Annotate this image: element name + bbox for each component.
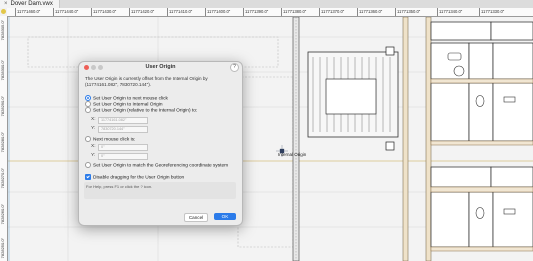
ruler-tick-label: 11771370.0" bbox=[319, 8, 345, 16]
top-ruler: 11771460.0" 11771440.0" 11771430.0" 1177… bbox=[7, 8, 533, 17]
radio-relative[interactable]: Set User Origin (relative to the Interna… bbox=[85, 107, 197, 114]
ruler-tick-label: 7828290.0" bbox=[0, 96, 5, 117]
ok-button[interactable]: OK bbox=[214, 213, 236, 220]
ruler-tick-label: 11771430.0" bbox=[91, 8, 117, 16]
user-origin-button-icon[interactable] bbox=[1, 9, 6, 14]
next-x-label: X: bbox=[91, 144, 96, 149]
document-tab[interactable]: × Dover Dam.vwx bbox=[0, 0, 60, 8]
disable-drag-checkbox[interactable]: Disable dragging for the User Origin but… bbox=[85, 174, 184, 181]
document-tab-title: Dover Dam.vwx bbox=[10, 1, 53, 7]
relative-x-field[interactable]: 11774161.082" bbox=[98, 117, 148, 124]
ruler-tick-label: 11771440.0" bbox=[53, 8, 79, 16]
checkbox-checked-icon[interactable] bbox=[85, 174, 91, 180]
radio-next-click-is-label: Next mouse click is: bbox=[93, 137, 136, 143]
ruler-tick-label: 7828260.0" bbox=[0, 204, 5, 225]
ruler-tick-label: 7828300.0" bbox=[0, 60, 5, 81]
ruler-tick-label: 11771330.0" bbox=[479, 8, 505, 16]
ruler-tick-label: 11771360.0" bbox=[357, 8, 383, 16]
disable-drag-label: Disable dragging for the User Origin but… bbox=[93, 175, 185, 181]
radio-icon[interactable] bbox=[85, 136, 91, 142]
ruler-tick-label: 7828250.0" bbox=[0, 238, 5, 259]
dialog-titlebar: User Origin ? bbox=[79, 62, 242, 72]
radio-georeference[interactable]: Set User Origin to match the Georeferenc… bbox=[85, 162, 228, 169]
relative-y-field[interactable]: 7830720.144" bbox=[98, 126, 148, 133]
radio-icon[interactable] bbox=[85, 162, 91, 168]
radio-next-click-is[interactable]: Next mouse click is: bbox=[85, 136, 135, 143]
close-tab-icon[interactable]: × bbox=[4, 1, 8, 7]
user-origin-dialog: User Origin ? The User Origin is current… bbox=[78, 61, 243, 226]
left-ruler: 7828305.0" 7828300.0" 7828290.0" 7828280… bbox=[0, 16, 8, 261]
ruler-tick-label: 11771350.0" bbox=[395, 8, 421, 16]
ruler-tick-label: 11771410.0" bbox=[167, 8, 193, 16]
next-y-field[interactable]: 0" bbox=[98, 153, 148, 160]
ruler-tick-label: 11771380.0" bbox=[281, 8, 307, 16]
offset-description: The User Origin is currently offset from… bbox=[85, 76, 208, 87]
cancel-button[interactable]: Cancel bbox=[184, 213, 208, 222]
dialog-title: User Origin bbox=[145, 64, 176, 70]
internal-origin-label: Internal Origin bbox=[278, 152, 307, 157]
next-x-field[interactable]: 0" bbox=[98, 144, 148, 151]
help-text-box: For Help, press F1 or click the ? icon. bbox=[84, 182, 236, 199]
ruler-tick-label: 7828270.0" bbox=[0, 168, 5, 189]
help-text: For Help, press F1 or click the ? icon. bbox=[86, 184, 153, 189]
radio-georeference-label: Set User Origin to match the Georeferenc… bbox=[93, 163, 229, 169]
ruler-tick-label: 11771400.0" bbox=[205, 8, 231, 16]
relative-y-label: Y: bbox=[91, 126, 96, 131]
ruler-tick-label: 11771340.0" bbox=[437, 8, 463, 16]
ruler-tick-label: 11771390.0" bbox=[243, 8, 269, 16]
radio-relative-label: Set User Origin (relative to the Interna… bbox=[93, 108, 198, 114]
next-y-label: Y: bbox=[91, 153, 96, 158]
radio-icon[interactable] bbox=[85, 107, 91, 113]
ruler-tick-label: 7828305.0" bbox=[0, 20, 5, 41]
ruler-tick-label: 11771420.0" bbox=[129, 8, 155, 16]
ruler-tick-label: 7828280.0" bbox=[0, 132, 5, 153]
relative-x-label: X: bbox=[91, 117, 96, 122]
ruler-tick-label: 11771460.0" bbox=[15, 8, 41, 16]
help-icon[interactable]: ? bbox=[230, 63, 239, 72]
